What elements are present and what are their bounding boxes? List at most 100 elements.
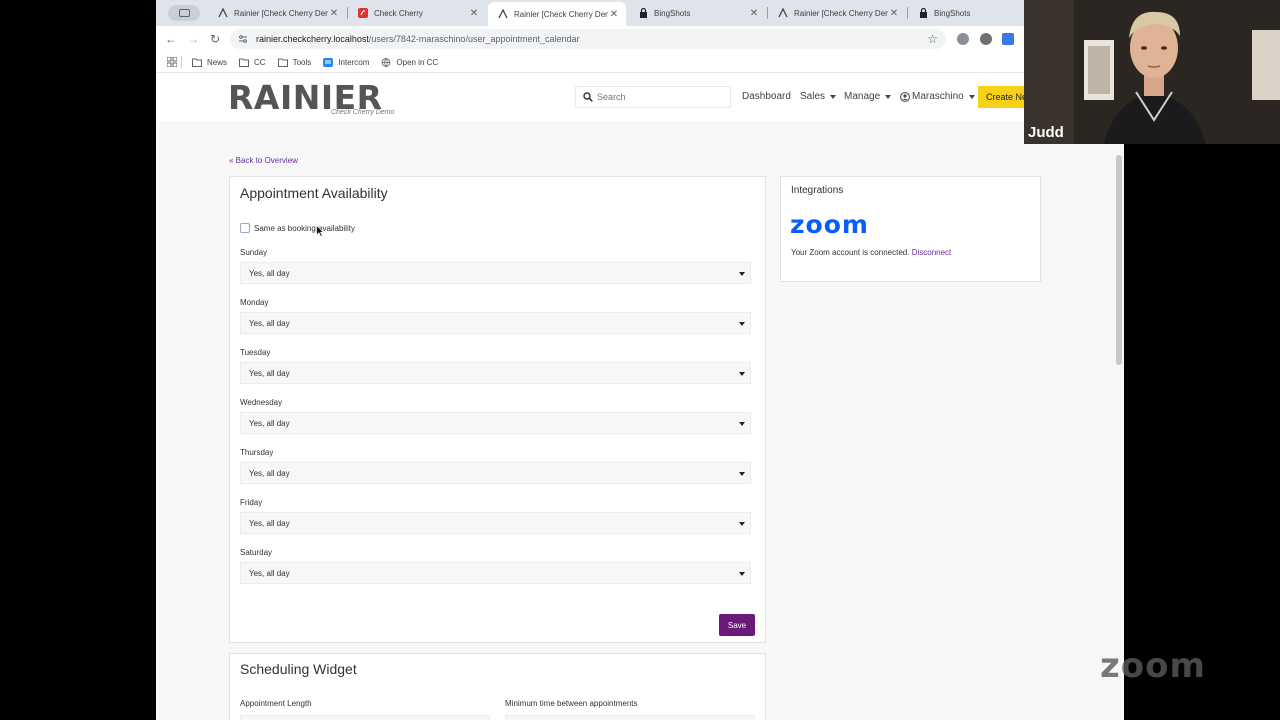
tab-rainier-active[interactable]: Rainier [Check Cherry Demo] ✕ xyxy=(488,2,626,26)
apps-grid-icon[interactable] xyxy=(167,57,177,67)
participant-video-frame xyxy=(1024,0,1280,144)
select-sunday[interactable]: Yes, all day xyxy=(240,262,751,284)
same-as-booking-label: Same as booking availability xyxy=(254,223,355,233)
close-icon[interactable]: ✕ xyxy=(888,8,900,19)
back-to-overview-link[interactable]: « Back to Overview xyxy=(229,156,298,165)
nav-dashboard[interactable]: Dashboard xyxy=(742,91,791,102)
page-scrollbar[interactable] xyxy=(1116,155,1122,365)
forward-arrow-icon[interactable]: → xyxy=(186,32,200,46)
tab-bingshots-1[interactable]: BingShots ✕ xyxy=(628,3,766,23)
bookmark-news[interactable]: News xyxy=(192,58,227,67)
select-value: Yes, all day xyxy=(249,418,290,428)
logo-subtitle: Check Cherry Demo xyxy=(331,109,395,116)
appointment-length-field[interactable] xyxy=(240,715,490,720)
select-tuesday[interactable]: Yes, all day xyxy=(240,362,751,384)
appointment-length-label: Appointment Length xyxy=(240,699,312,708)
url-text: rainier.checkcherry.localhost/users/7842… xyxy=(256,34,580,44)
day-label-sunday: Sunday xyxy=(240,248,268,257)
bookmark-label: News xyxy=(207,57,228,67)
tab-check-cherry[interactable]: Check Cherry ✕ xyxy=(348,3,486,23)
bookmark-label: Open in CC xyxy=(396,57,439,67)
address-bar[interactable]: rainier.checkcherry.localhost/users/7842… xyxy=(230,29,946,49)
select-value: Yes, all day xyxy=(249,318,290,328)
folder-icon xyxy=(277,58,288,67)
dropdown-caret-icon xyxy=(739,322,745,326)
bookmark-intercom[interactable]: Intercom xyxy=(323,57,370,67)
globe-icon xyxy=(382,57,391,67)
day-label-monday: Monday xyxy=(240,298,269,307)
select-wednesday[interactable]: Yes, all day xyxy=(240,412,751,434)
participant-video-tile: Judd xyxy=(1024,0,1280,144)
panel-title: Integrations xyxy=(791,185,844,196)
save-button[interactable]: Save xyxy=(719,614,755,636)
caret-down-icon xyxy=(885,94,892,99)
select-monday[interactable]: Yes, all day xyxy=(240,312,751,334)
zoom-status: Your Zoom account is connected. Disconne… xyxy=(791,248,951,257)
min-time-field[interactable] xyxy=(505,715,755,720)
day-label-thursday: Thursday xyxy=(240,448,274,457)
site-settings-icon[interactable] xyxy=(238,34,248,44)
tab-title: Rainier [Check Cherry Demo] xyxy=(794,8,888,18)
nav-sales[interactable]: Sales xyxy=(800,91,837,102)
tab-title: Rainier [Check Cherry Demo] xyxy=(234,8,328,18)
select-value: Yes, all day xyxy=(249,568,290,578)
bookmark-label: Intercom xyxy=(338,57,370,67)
extension-icon[interactable] xyxy=(957,33,969,45)
wordpress-extension-icon[interactable] xyxy=(980,33,992,45)
tab-title: BingShots xyxy=(654,8,691,18)
tab-title: Check Cherry xyxy=(374,8,423,18)
min-time-label: Minimum time between appointments xyxy=(505,699,638,708)
close-icon[interactable]: ✕ xyxy=(328,8,340,19)
tab-title: Rainier [Check Cherry Demo] xyxy=(514,9,608,19)
dropdown-caret-icon xyxy=(739,472,745,476)
dropdown-caret-icon xyxy=(739,272,745,276)
day-label-friday: Friday xyxy=(240,498,263,507)
select-saturday[interactable]: Yes, all day xyxy=(240,562,751,584)
same-as-booking-checkbox[interactable] xyxy=(240,223,250,233)
bookmark-cc[interactable]: CC xyxy=(239,58,266,67)
nav-manage[interactable]: Manage xyxy=(844,91,892,102)
nav-manage-label: Manage xyxy=(844,91,881,102)
search-input[interactable] xyxy=(597,92,717,102)
search-box[interactable] xyxy=(575,86,731,108)
bookmarks-bar: News CC Tools Intercom Open in CC xyxy=(156,52,1124,73)
intercom-icon xyxy=(323,57,334,67)
nav-user-menu[interactable]: Maraschino xyxy=(900,91,975,102)
folder-icon xyxy=(239,58,250,67)
close-icon[interactable]: ✕ xyxy=(468,8,480,19)
select-value: Yes, all day xyxy=(249,518,290,528)
url-path: /users/7842-maraschino/user_appointment_… xyxy=(368,34,580,44)
disconnect-link[interactable]: Disconnect xyxy=(912,248,952,257)
lock-icon xyxy=(918,8,928,18)
dropdown-caret-icon xyxy=(739,372,745,376)
search-icon xyxy=(583,92,593,102)
back-arrow-icon[interactable]: ← xyxy=(164,32,178,46)
tab-rainier-1[interactable]: Rainier [Check Cherry Demo] ✕ xyxy=(208,3,346,23)
reload-icon[interactable]: ↻ xyxy=(208,32,222,46)
rainier-favicon-icon xyxy=(498,9,508,19)
rainier-favicon-icon xyxy=(778,8,788,18)
close-icon[interactable]: ✕ xyxy=(608,9,620,20)
participant-name: Judd xyxy=(1028,124,1064,141)
extension-icon[interactable] xyxy=(1002,33,1014,45)
tab-rainier-2[interactable]: Rainier [Check Cherry Demo] ✕ xyxy=(768,3,906,23)
same-as-booking-row[interactable]: Same as booking availability xyxy=(240,223,355,233)
tab-strip: Rainier [Check Cherry Demo] ✕ Check Cher… xyxy=(156,0,1124,26)
select-friday[interactable]: Yes, all day xyxy=(240,512,751,534)
zoom-logo: zoom xyxy=(790,210,869,239)
bookmark-label: CC xyxy=(254,57,266,67)
browser-window: Rainier [Check Cherry Demo] ✕ Check Cher… xyxy=(156,0,1124,720)
select-thursday[interactable]: Yes, all day xyxy=(240,462,751,484)
select-value: Yes, all day xyxy=(249,368,290,378)
close-icon[interactable]: ✕ xyxy=(748,8,760,19)
day-label-wednesday: Wednesday xyxy=(240,398,283,407)
bookmark-tools[interactable]: Tools xyxy=(277,58,311,67)
dropdown-caret-icon xyxy=(739,422,745,426)
user-circle-icon xyxy=(900,91,910,102)
day-label-tuesday: Tuesday xyxy=(240,348,271,357)
bookmark-open-in-cc[interactable]: Open in CC xyxy=(381,58,438,67)
tab-search-button[interactable] xyxy=(168,5,200,21)
day-label-saturday: Saturday xyxy=(240,548,273,557)
bookmark-star-icon[interactable]: ☆ xyxy=(927,32,938,46)
rainier-logo[interactable]: RAINIER Check Cherry Demo xyxy=(228,79,403,119)
